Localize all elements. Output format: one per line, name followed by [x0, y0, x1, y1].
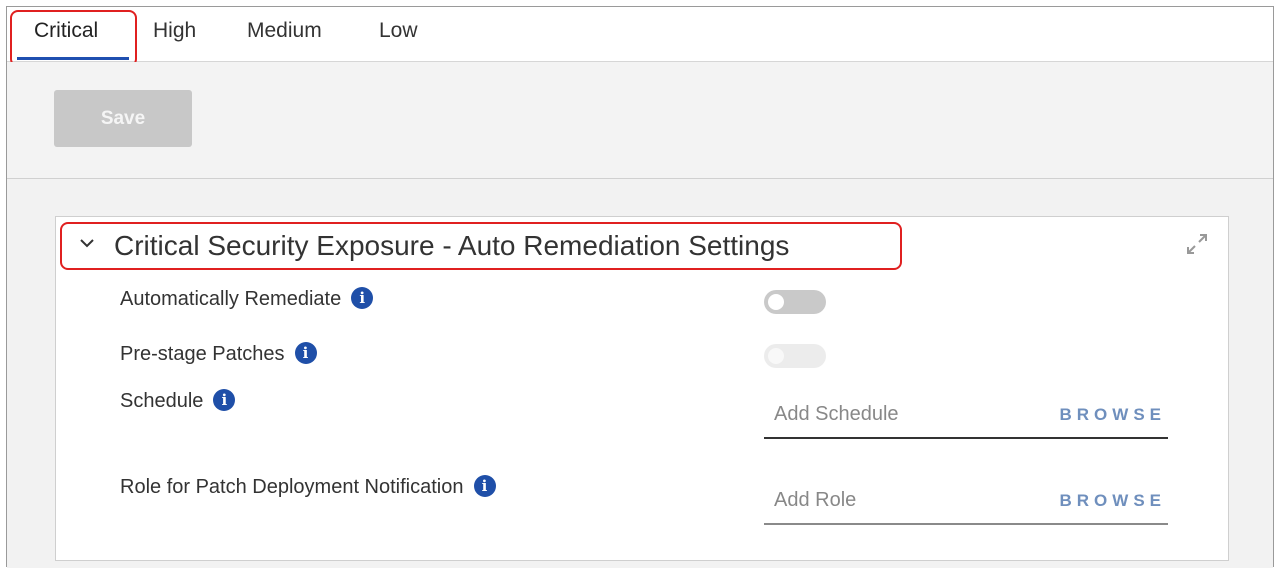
save-button[interactable]: Save: [54, 90, 192, 147]
tab-high[interactable]: High: [153, 19, 196, 43]
role-input[interactable]: Add Role: [774, 489, 856, 512]
chevron-down-icon[interactable]: [80, 236, 94, 250]
expand-icon[interactable]: [1184, 231, 1210, 257]
schedule-browse-button[interactable]: BROWSE: [1060, 405, 1167, 425]
auto-remediate-toggle[interactable]: [764, 290, 826, 314]
tab-low[interactable]: Low: [379, 19, 418, 43]
info-icon[interactable]: i: [351, 287, 374, 309]
toggle-knob: [768, 348, 784, 364]
info-icon[interactable]: i: [473, 475, 496, 497]
prestage-label: Pre-stage Patches: [120, 343, 285, 365]
schedule-field[interactable]: Add Schedule BROWSE: [764, 397, 1168, 439]
toggle-knob: [768, 294, 784, 310]
main-content: Critical Security Exposure - Auto Remedi…: [7, 179, 1273, 568]
role-field[interactable]: Add Role BROWSE: [764, 483, 1168, 525]
severity-tabs: Critical High Medium Low: [7, 7, 1273, 67]
info-icon[interactable]: i: [294, 342, 317, 364]
auto-remediate-label: Automatically Remediate: [120, 288, 342, 310]
role-label: Role for Patch Deployment Notification: [120, 476, 464, 498]
tab-callout-highlight: [10, 10, 137, 67]
info-icon[interactable]: i: [213, 389, 236, 411]
toolbar: Save: [7, 62, 1273, 179]
panel-title: Critical Security Exposure - Auto Remedi…: [114, 230, 790, 261]
settings-window: Critical High Medium Low Save Critical S…: [6, 6, 1274, 568]
schedule-row: Schedule i: [120, 389, 236, 413]
role-row: Role for Patch Deployment Notification i: [120, 475, 496, 499]
prestage-toggle[interactable]: [764, 344, 826, 368]
auto-remediation-panel: Critical Security Exposure - Auto Remedi…: [55, 216, 1229, 561]
panel-header[interactable]: Critical Security Exposure - Auto Remedi…: [60, 222, 902, 270]
schedule-input[interactable]: Add Schedule: [774, 403, 899, 426]
auto-remediate-row: Automatically Remediate i: [120, 287, 374, 311]
role-browse-button[interactable]: BROWSE: [1060, 491, 1167, 511]
tab-medium[interactable]: Medium: [247, 19, 322, 43]
schedule-label: Schedule: [120, 390, 204, 412]
prestage-row: Pre-stage Patches i: [120, 342, 317, 366]
